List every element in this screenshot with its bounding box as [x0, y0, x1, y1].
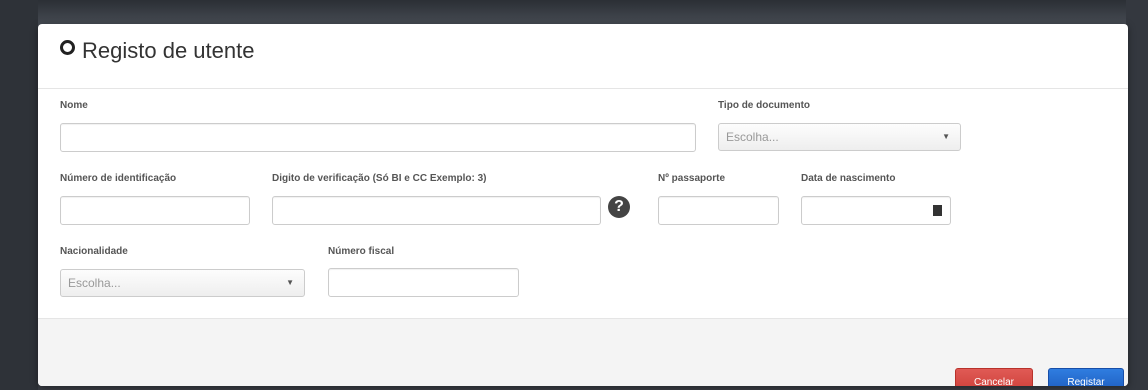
- calendar-icon: [932, 205, 942, 216]
- modal-footer: Cancelar Registar: [38, 318, 1128, 386]
- numero-fiscal-input[interactable]: [328, 268, 519, 297]
- data-nascimento-label: Data de nascimento: [801, 173, 896, 184]
- backdrop-left: [0, 0, 38, 390]
- modal-title-text: Registo de utente: [82, 38, 255, 63]
- register-patient-modal: Registo de utente Nome Tipo de documento…: [38, 24, 1128, 386]
- numero-identificacao-label: Número de identificação: [60, 173, 177, 184]
- calendar-button[interactable]: [924, 197, 950, 224]
- nacionalidade-selected: Escolha...: [68, 276, 121, 290]
- data-nascimento-input[interactable]: [801, 196, 951, 225]
- cancel-button[interactable]: Cancelar: [955, 368, 1033, 386]
- tipo-documento-label: Tipo de documento: [718, 100, 811, 111]
- chevron-down-icon: ▼: [286, 278, 294, 287]
- numero-identificacao-input[interactable]: [60, 196, 250, 225]
- nome-input[interactable]: [60, 123, 696, 152]
- passaporte-input[interactable]: [658, 196, 779, 225]
- circle-icon: [60, 39, 75, 55]
- backdrop-right: [1126, 0, 1148, 390]
- digito-verificacao-input[interactable]: [272, 196, 601, 225]
- nacionalidade-label: Nacionalidade: [60, 246, 128, 257]
- numero-fiscal-label: Número fiscal: [328, 246, 395, 257]
- tipo-documento-select[interactable]: Escolha... ▼: [718, 123, 961, 151]
- modal-header: Registo de utente: [38, 24, 1128, 89]
- modal-title: Registo de utente: [60, 36, 254, 66]
- nacionalidade-select[interactable]: Escolha... ▼: [60, 269, 305, 297]
- tipo-documento-selected: Escolha...: [726, 130, 779, 144]
- nome-label: Nome: [60, 100, 88, 111]
- digito-verificacao-label: Digito de verificação (Só BI e CC Exempl…: [272, 173, 487, 184]
- help-icon[interactable]: ?: [608, 196, 630, 218]
- passaporte-label: Nº passaporte: [658, 173, 726, 184]
- register-button[interactable]: Registar: [1048, 368, 1124, 386]
- chevron-down-icon: ▼: [942, 132, 950, 141]
